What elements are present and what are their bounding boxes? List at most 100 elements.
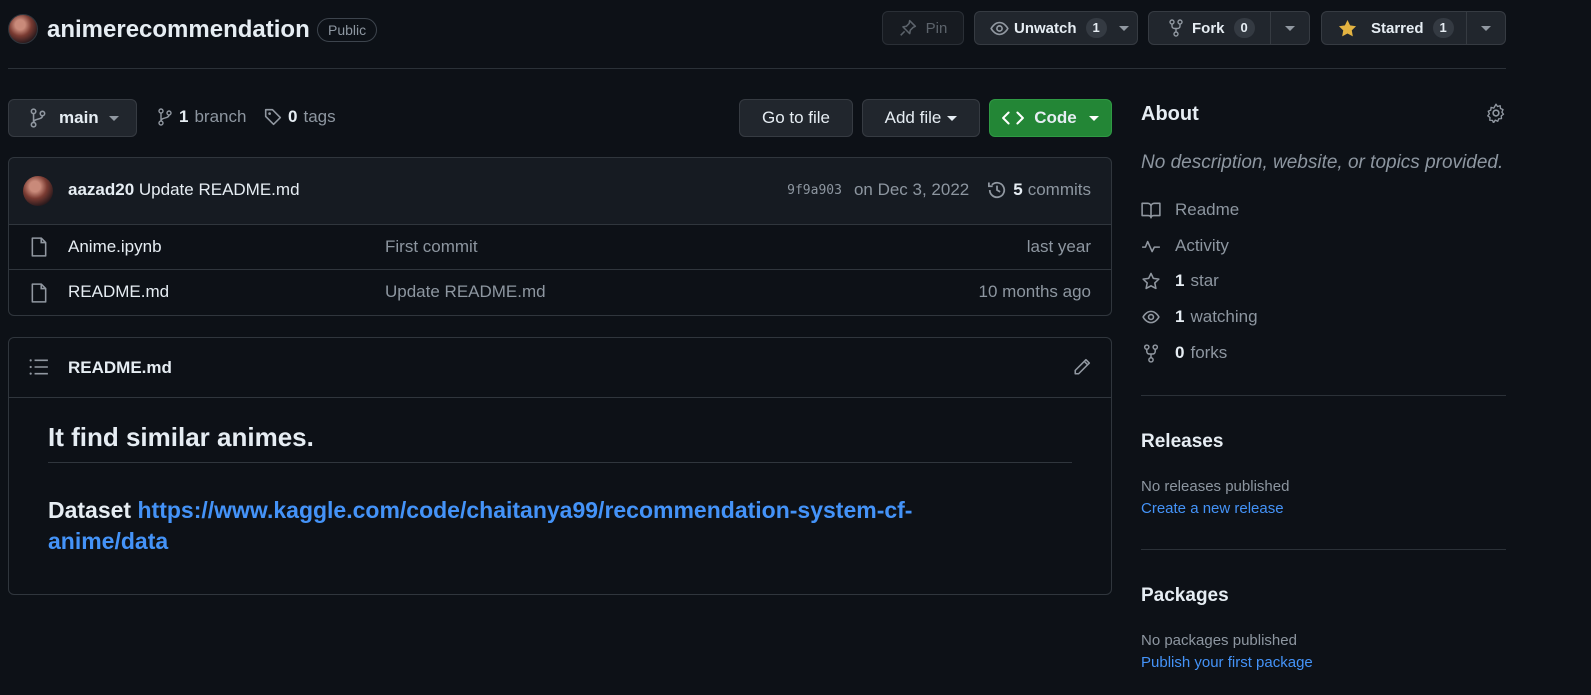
file-icon xyxy=(31,283,47,303)
fork-button-group: Fork 0 xyxy=(1148,11,1310,45)
commit-summary: aazad20 Update README.md xyxy=(68,180,300,200)
file-name-link[interactable]: README.md xyxy=(68,282,169,302)
commit-sha-link[interactable]: 9f9a903 xyxy=(787,183,842,198)
dataset-link[interactable]: https://www.kaggle.com/code/chaitanya99/… xyxy=(138,497,913,523)
chevron-down-icon xyxy=(1481,25,1491,31)
commit-count[interactable]: 5 xyxy=(1013,180,1022,200)
dataset-link-continued[interactable]: anime/data xyxy=(48,528,168,554)
sidebar-divider xyxy=(1141,395,1506,396)
readme-heading: It find similar animes. xyxy=(48,422,314,452)
pencil-icon[interactable] xyxy=(1073,358,1091,376)
pin-icon xyxy=(899,19,917,37)
unwatch-label: Unwatch xyxy=(1014,19,1077,37)
commit-author-link[interactable]: aazad20 xyxy=(68,180,134,199)
readme-link[interactable]: Readme xyxy=(1141,198,1239,222)
packages-title[interactable]: Packages xyxy=(1141,585,1229,607)
file-age: 10 months ago xyxy=(978,282,1091,301)
code-label: Code xyxy=(1034,108,1077,127)
star-icon xyxy=(1141,272,1175,291)
forks-count: 0 xyxy=(1175,343,1185,362)
file-list: Anime.ipynb First commit last year READM… xyxy=(8,224,1112,316)
visibility-badge: Public xyxy=(317,18,378,42)
gear-icon[interactable] xyxy=(1486,103,1506,123)
packages-empty-text: No packages published xyxy=(1141,632,1297,649)
file-name-link[interactable]: Anime.ipynb xyxy=(68,237,162,257)
pulse-icon xyxy=(1141,237,1175,255)
dataset-paragraph: Dataset https://www.kaggle.com/code/chai… xyxy=(48,495,1078,557)
commit-date: on Dec 3, 2022 xyxy=(853,180,970,199)
header-divider xyxy=(8,68,1506,69)
go-to-file-button[interactable]: Go to file xyxy=(739,99,853,137)
sidebar-divider xyxy=(1141,549,1506,550)
watchers-link[interactable]: 1 watching xyxy=(1141,305,1258,329)
add-file-button[interactable]: Add file xyxy=(862,99,980,137)
history-icon xyxy=(987,180,1007,200)
pin-label: Pin xyxy=(925,19,948,37)
branch-select-button[interactable]: main xyxy=(8,99,137,137)
book-icon xyxy=(1141,201,1175,219)
eye-icon xyxy=(1141,308,1175,326)
list-unordered-icon[interactable] xyxy=(29,358,49,376)
heading-divider xyxy=(48,462,1072,463)
stars-link[interactable]: 1 star xyxy=(1141,269,1219,293)
fork-dropdown-button[interactable] xyxy=(1271,12,1309,44)
chevron-down-icon xyxy=(1118,25,1129,31)
git-branch-icon xyxy=(157,107,173,127)
code-button[interactable]: Code xyxy=(989,99,1112,137)
go-to-file-label: Go to file xyxy=(761,108,831,127)
readme-panel: README.md It find similar animes. Datase… xyxy=(8,337,1112,595)
file-row[interactable]: Anime.ipynb First commit last year xyxy=(9,224,1111,269)
releases-title[interactable]: Releases xyxy=(1141,431,1223,453)
branch-word: branch xyxy=(194,107,247,126)
fork-button[interactable]: Fork 0 xyxy=(1149,12,1270,44)
activity-label: Activity xyxy=(1175,236,1229,255)
readme-header: README.md xyxy=(9,338,1111,398)
dataset-label: Dataset xyxy=(48,497,132,523)
fork-icon xyxy=(1168,19,1184,37)
watching-count: 1 xyxy=(1175,307,1185,326)
fork-icon xyxy=(1141,343,1175,363)
commit-message-link[interactable]: Update README.md xyxy=(139,180,300,199)
watching-word: watching xyxy=(1190,307,1258,326)
pin-button[interactable]: Pin xyxy=(882,11,964,45)
readme-filename[interactable]: README.md xyxy=(68,358,172,378)
activity-link[interactable]: Activity xyxy=(1141,234,1229,258)
about-description: No description, website, or topics provi… xyxy=(1141,152,1504,173)
repo-name-link[interactable]: animerecommendation xyxy=(47,15,310,45)
about-title: About xyxy=(1141,103,1199,125)
fork-label: Fork xyxy=(1192,19,1225,37)
tag-word: tags xyxy=(303,107,336,126)
fork-count: 0 xyxy=(1233,18,1255,38)
tags-link[interactable]: 0 tags xyxy=(264,107,336,127)
add-file-label: Add file xyxy=(884,108,942,127)
stars-count: 1 xyxy=(1175,271,1185,290)
chevron-down-icon xyxy=(1088,115,1099,121)
forks-link[interactable]: 0 forks xyxy=(1141,341,1227,365)
branches-link[interactable]: 1 branch xyxy=(157,107,246,127)
publish-package-link[interactable]: Publish your first package xyxy=(1141,654,1313,671)
file-commit-message-link[interactable]: First commit xyxy=(385,237,478,257)
star-count: 1 xyxy=(1432,18,1454,38)
file-icon xyxy=(31,237,47,257)
unwatch-button[interactable]: Unwatch 1 xyxy=(974,11,1138,45)
chevron-down-icon xyxy=(1285,25,1295,31)
git-branch-icon xyxy=(29,108,47,128)
branch-name: main xyxy=(59,108,99,127)
file-row[interactable]: README.md Update README.md 10 months ago xyxy=(9,269,1111,314)
author-avatar[interactable] xyxy=(23,176,53,206)
create-release-link[interactable]: Create a new release xyxy=(1141,500,1284,517)
star-lists-dropdown-button[interactable] xyxy=(1467,12,1505,44)
forks-word: forks xyxy=(1190,343,1228,362)
owner-avatar[interactable] xyxy=(8,14,38,44)
branch-count: 1 xyxy=(179,107,189,126)
tag-count: 0 xyxy=(288,107,298,126)
starred-button-group: Starred 1 xyxy=(1321,11,1506,45)
stars-word: star xyxy=(1190,271,1219,290)
starred-button[interactable]: Starred 1 xyxy=(1322,12,1466,44)
chevron-down-icon xyxy=(947,115,958,121)
tag-icon xyxy=(264,108,282,126)
file-commit-message-link[interactable]: Update README.md xyxy=(385,282,546,302)
readme-label: Readme xyxy=(1175,200,1240,219)
commits-word[interactable]: commits xyxy=(1028,180,1091,200)
watch-count: 1 xyxy=(1085,18,1107,38)
